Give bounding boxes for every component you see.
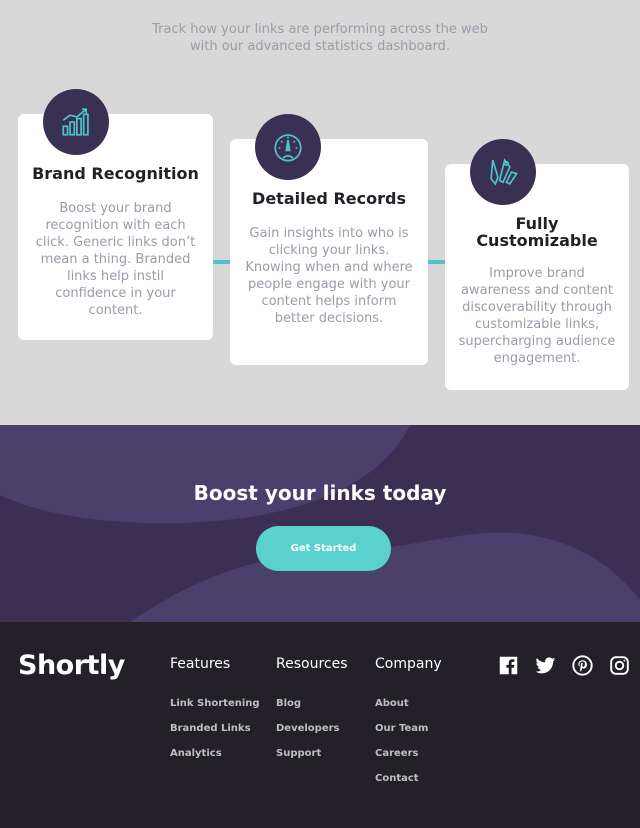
footer-logo[interactable]: Shortly bbox=[18, 650, 125, 681]
footer-heading: Resources bbox=[276, 656, 348, 672]
boost-title: Boost your links today bbox=[193, 481, 447, 505]
footer-link[interactable]: Support bbox=[276, 748, 348, 773]
feature-card-brand-recognition: Brand Recognition Boost your brand recog… bbox=[18, 89, 213, 340]
footer-column-company: Company About Our Team Careers Contact bbox=[375, 656, 442, 798]
statistics-section: Track how your links are performing acro… bbox=[0, 0, 640, 425]
card-title: Fully Customizable bbox=[476, 214, 598, 250]
card-title: Detailed Records bbox=[252, 189, 406, 208]
footer-link[interactable]: About bbox=[375, 698, 442, 723]
tools-icon bbox=[470, 139, 536, 205]
card-text: Gain insights into who is clicking your … bbox=[245, 226, 413, 326]
gauge-icon bbox=[255, 114, 321, 180]
card-text: Boost your brand recognition with each c… bbox=[35, 201, 196, 318]
footer-link[interactable]: Developers bbox=[276, 723, 348, 748]
footer-link[interactable]: Our Team bbox=[375, 723, 442, 748]
footer-link[interactable]: Blog bbox=[276, 698, 348, 723]
boost-section: Boost your links today Get Started bbox=[0, 425, 640, 622]
facebook-icon[interactable] bbox=[497, 654, 519, 676]
feature-card-detailed-records: Detailed Records Gain insights into who … bbox=[230, 114, 428, 365]
footer-column-features: Features Link Shortening Branded Links A… bbox=[170, 656, 260, 773]
card-title: Brand Recognition bbox=[32, 164, 199, 183]
footer-link[interactable]: Contact bbox=[375, 773, 442, 798]
card-text: Improve brand awareness and content disc… bbox=[458, 266, 616, 366]
get-started-button[interactable]: Get Started bbox=[256, 526, 391, 571]
footer-link[interactable]: Careers bbox=[375, 748, 442, 773]
footer-heading: Company bbox=[375, 656, 442, 672]
footer-link[interactable]: Link Shortening bbox=[170, 698, 260, 723]
chart-icon bbox=[43, 89, 109, 155]
footer-heading: Features bbox=[170, 656, 231, 672]
footer-link[interactable]: Branded Links bbox=[170, 723, 260, 748]
footer-link[interactable]: Analytics bbox=[170, 748, 260, 773]
pinterest-icon[interactable] bbox=[571, 654, 593, 676]
feature-card-fully-customizable: Fully Customizable Improve brand awarene… bbox=[445, 139, 629, 390]
twitter-icon[interactable] bbox=[534, 654, 556, 676]
statistics-intro: Track how your links are performing acro… bbox=[152, 22, 488, 54]
footer: Shortly Features Link Shortening Branded… bbox=[0, 622, 640, 828]
instagram-icon[interactable] bbox=[608, 654, 630, 676]
boost-background-shapes bbox=[0, 425, 640, 622]
footer-column-resources: Resources Blog Developers Support bbox=[276, 656, 348, 773]
